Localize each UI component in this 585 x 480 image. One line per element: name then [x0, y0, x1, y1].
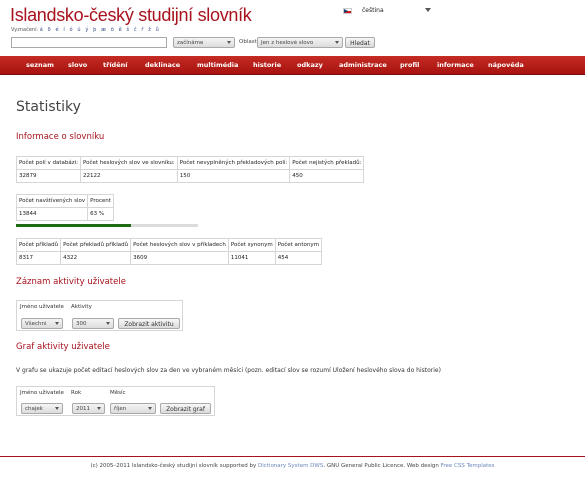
area-value: Jen z heslové slovo [261, 40, 314, 46]
table-cell: 13844 [15, 207, 89, 221]
site-header: Islandsko-český studijní slovník Vyznače… [0, 0, 585, 56]
table-header: Počet heslových slov v příkladech [130, 238, 229, 252]
search-button[interactable]: Hledat [345, 37, 375, 48]
chevron-down-icon [55, 322, 59, 325]
chevron-down-icon [335, 41, 339, 44]
user-select-value: Všechni [25, 321, 47, 327]
dictionary-stats-table: Počet polí v databázi: Počet heslových s… [16, 156, 365, 183]
footer-link-dws[interactable]: Dictionary System DWS [258, 463, 323, 469]
footer-text: (c) 2005–2011 Islandsko-český studijní s… [90, 463, 257, 469]
footer-text-middle: . GNU General Public Licence. Web design [323, 463, 439, 469]
nav-item-deklinace[interactable]: deklinace [145, 61, 180, 69]
table-header: Počet nevyplněných překladových polí: [176, 156, 291, 170]
chevron-down-icon [227, 41, 231, 44]
search-scope-select[interactable]: začínáme [173, 37, 235, 48]
main-nav: seznam slovo třídění deklinace multimédi… [0, 56, 585, 75]
table-cell: 63 % [87, 207, 114, 221]
show-graph-button[interactable]: Zobrazit graf [160, 403, 211, 414]
month-value: říjen [114, 406, 127, 412]
visited-progress-bar [16, 224, 198, 227]
chevron-down-icon [148, 407, 152, 410]
table-header: Počet antonym [274, 238, 322, 252]
chevron-down-icon [97, 407, 101, 410]
nav-item-slovo[interactable]: slovo [68, 61, 87, 69]
user-select[interactable]: Všechni [21, 318, 63, 329]
site-title[interactable]: Islandsko-český studijní slovník [10, 5, 252, 26]
nav-item-informace[interactable]: informace [437, 61, 474, 69]
table-cell: 4322 [60, 251, 132, 265]
visited-progress-fill [16, 224, 131, 227]
table-header: Počet nejistých překladů: [289, 156, 365, 170]
examples-stats-table: Počet příkladů Počet překladů příkladů P… [15, 238, 322, 265]
visited-words-table: Počet navštívených slov Procent 13844 63… [15, 194, 114, 221]
special-chars-row: Vyznačení: á ð é í ó ú ý þ æ ö ě š č ř ž… [11, 27, 160, 33]
table-header: Procent [87, 194, 114, 208]
page-title: Statistiky [16, 99, 81, 115]
search-scope-value: začínáme [177, 40, 204, 46]
activity-count-value: 300 [76, 321, 87, 327]
search-bar: začínáme Oblast: Jen z heslové slovo Hle… [11, 37, 571, 49]
table-cell: 11041 [227, 251, 276, 265]
chevron-down-icon [55, 407, 59, 410]
search-input[interactable] [11, 37, 167, 48]
month-select[interactable]: říjen [110, 403, 156, 414]
footer: (c) 2005–2011 Islandsko-český studijní s… [0, 463, 585, 469]
table-header: Počet heslových slov ve slovníku: [79, 156, 178, 170]
special-chars-label: Vyznačení: [11, 27, 39, 33]
dictionary-info-heading: Informace o slovníku [16, 132, 105, 142]
nav-item-administrace[interactable]: administrace [339, 61, 387, 69]
footer-divider [0, 456, 585, 457]
user-label: Jméno uživatele [20, 390, 64, 396]
year-label: Rok [71, 390, 82, 396]
czech-flag-icon [343, 8, 352, 14]
graph-user-value: chajek [25, 406, 43, 412]
chevron-down-icon [106, 322, 110, 325]
footer-link-templates[interactable]: Free CSS Templates [441, 463, 495, 469]
nav-item-seznam[interactable]: seznam [26, 61, 54, 69]
table-header: Počet příkladů [15, 238, 62, 252]
activity-count-select[interactable]: 300 [72, 318, 114, 329]
graph-user-select[interactable]: chajek [21, 403, 63, 414]
table-header: Počet navštívených slov [15, 194, 89, 208]
activity-graph-heading: Graf aktivity uživatele [16, 342, 110, 352]
month-label: Měsíc [110, 390, 126, 396]
nav-item-napoveda[interactable]: nápověda [488, 61, 524, 69]
activity-graph-form: Jméno uživatele Rok Měsíc chajek 2011 ří… [16, 386, 215, 416]
area-label: Oblast: [239, 39, 259, 45]
table-cell: 3609 [130, 251, 229, 265]
language-selector[interactable]: čeština [343, 6, 433, 17]
language-label: čeština [362, 7, 384, 14]
table-header: Počet polí v databázi: [16, 156, 81, 170]
year-select[interactable]: 2011 [72, 403, 105, 414]
activity-graph-description: V grafu se ukazuje počet editací heslový… [16, 367, 441, 374]
nav-item-historie[interactable]: historie [253, 61, 281, 69]
table-cell: 22122 [79, 169, 178, 183]
table-cell: 32879 [16, 169, 81, 183]
user-label: Jméno uživatele [20, 304, 64, 310]
nav-item-odkazy[interactable]: odkazy [297, 61, 323, 69]
nav-item-multimedia[interactable]: multimédia [197, 61, 238, 69]
table-header: Počet synonym [227, 238, 276, 252]
nav-item-profil[interactable]: profil [400, 61, 419, 69]
year-value: 2011 [76, 406, 90, 412]
chevron-down-icon [425, 8, 431, 12]
table-cell: 8317 [15, 251, 62, 265]
activity-log-form: Jméno uživatele Aktivity Všechni 300 Zob… [16, 300, 183, 331]
special-chars[interactable]: á ð é í ó ú ý þ æ ö ě š č ř ž ů [40, 27, 161, 33]
activity-label: Aktivity [71, 304, 92, 310]
area-select[interactable]: Jen z heslové slovo [257, 37, 343, 48]
table-cell: 450 [289, 169, 365, 183]
table-cell: 454 [274, 251, 322, 265]
activity-log-heading: Záznam aktivity uživatele [16, 277, 126, 287]
table-cell: 150 [176, 169, 291, 183]
nav-item-trideni[interactable]: třídění [103, 61, 127, 69]
table-header: Počet překladů příkladů [60, 238, 132, 252]
show-activity-button[interactable]: Zobrazit aktivitu [118, 318, 180, 329]
